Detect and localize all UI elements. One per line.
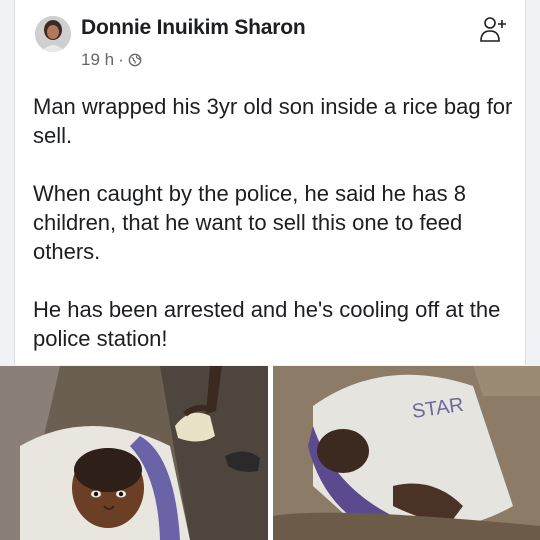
meta-separator: · <box>118 50 124 69</box>
author-name[interactable]: Donnie Inuikim Sharon <box>81 16 306 40</box>
post-paragraph: When caught by the police, he said he ha… <box>33 181 466 264</box>
post-body: Man wrapped his 3yr old son inside a ric… <box>33 92 513 382</box>
photo-child-in-bag[interactable] <box>0 366 268 540</box>
post-paragraph: Man wrapped his 3yr old son inside a ric… <box>33 94 513 148</box>
post-paragraph: He has been arrested and he's cooling of… <box>33 297 501 351</box>
globe-icon <box>128 53 142 67</box>
add-friend-icon[interactable] <box>479 14 509 44</box>
post-timestamp[interactable]: 19 h <box>81 50 114 70</box>
post-card: Donnie Inuikim Sharon 19 h · Man wrapped… <box>14 0 526 365</box>
author-avatar[interactable] <box>35 16 71 52</box>
avatar-image <box>35 16 71 52</box>
photo-bag-on-ground[interactable]: STAR <box>273 366 540 540</box>
post-meta: 19 h · <box>81 50 142 70</box>
post-photos: STAR <box>0 366 540 540</box>
